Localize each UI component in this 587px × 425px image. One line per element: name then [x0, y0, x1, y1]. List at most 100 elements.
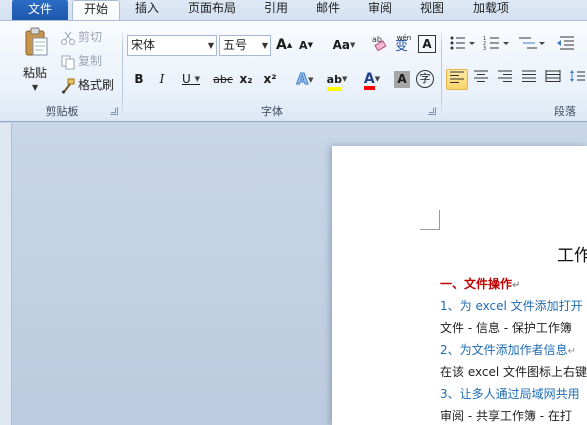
bullet-list-icon [450, 36, 475, 50]
font-launcher-icon[interactable] [428, 107, 436, 115]
clipboard-launcher-icon[interactable] [110, 107, 118, 115]
align-right-button[interactable] [494, 69, 516, 90]
align-left-icon [450, 71, 464, 83]
change-case-icon: Aa [332, 38, 350, 52]
cut-button[interactable]: 剪切 [60, 27, 102, 47]
doc-line: 在该 excel 文件图标上右键 [440, 365, 587, 379]
tab-home[interactable]: 开始 [72, 0, 120, 21]
text-effects-button[interactable]: A▼ [292, 69, 318, 90]
doc-line: 审阅 - 共享工作簿 - 在打 [440, 409, 572, 423]
superscript-button[interactable]: x² [262, 69, 278, 90]
grow-font-icon: A [276, 37, 287, 53]
shrink-font-icon: A [299, 39, 308, 52]
justify-button[interactable] [518, 69, 540, 90]
tab-review[interactable]: 审阅 [358, 0, 402, 20]
font-color-button[interactable]: A▼ [358, 69, 386, 90]
tab-references[interactable]: 引用 [254, 0, 298, 20]
clipboard-group-label: 剪贴板 [45, 105, 79, 118]
copy-icon [61, 55, 75, 69]
align-left-button[interactable] [446, 69, 468, 90]
paste-button[interactable]: 粘贴 ▼ [18, 27, 52, 93]
tab-page-layout[interactable]: 页面布局 [176, 0, 248, 20]
paragraph-group-label: 段落 [554, 105, 576, 118]
justify-icon [522, 70, 536, 82]
superscript-icon: x² [263, 72, 277, 86]
decrease-indent-icon [557, 36, 574, 50]
format-painter-label: 格式刷 [78, 78, 115, 92]
cut-label: 剪切 [78, 30, 103, 44]
doc-line: 文件 - 信息 - 保护工作簿 [440, 321, 572, 335]
change-case-button[interactable]: Aa▼ [330, 35, 358, 56]
paragraph-mark-icon: ↵ [567, 346, 577, 357]
numbering-button[interactable]: 1 2 3 [482, 35, 510, 56]
strikethrough-button[interactable]: abc [212, 69, 234, 90]
tab-insert[interactable]: 插入 [124, 0, 170, 20]
vertical-ruler [0, 123, 12, 425]
font-group-label: 字体 [261, 105, 283, 118]
enclose-characters-icon: 字 [419, 72, 431, 85]
italic-icon: I [159, 72, 165, 86]
font-size-select[interactable]: 五号 ▼ [219, 35, 271, 56]
character-border-icon: A [422, 37, 432, 51]
highlighter-icon: ab [326, 73, 342, 91]
tab-addins[interactable]: 加载项 [462, 0, 520, 20]
distributed-icon [545, 70, 561, 82]
doc-line: 3、让多人通过局域网共用 [440, 387, 580, 401]
bold-button[interactable]: B [131, 69, 147, 90]
subscript-icon: x₂ [239, 72, 253, 86]
paragraph-mark-icon: ↵ [512, 280, 521, 291]
phonetic-guide-button[interactable]: wén 变 [394, 33, 414, 54]
ribbon-tab-bar: 文件 开始 插入 页面布局 引用 邮件 审阅 视图 加载项 [0, 0, 587, 21]
chevron-down-icon: ▼ [261, 41, 268, 50]
distributed-button[interactable] [542, 69, 564, 90]
ribbon: 粘贴 ▼ 剪切 复制 格式刷 剪贴板 宋体 ▼ 五号 ▼ A▲ A▼ Aa▼ a… [0, 20, 587, 122]
chevron-down-icon[interactable]: ▼ [32, 83, 38, 92]
tab-mailings[interactable]: 邮件 [306, 0, 350, 20]
strikethrough-icon: abc [213, 73, 233, 86]
grow-font-button[interactable]: A▲ [276, 35, 292, 56]
copy-label: 复制 [78, 54, 103, 68]
chevron-down-icon: ▼ [207, 41, 214, 50]
doc-line: 1、为 excel 文件添加打开 [440, 299, 583, 313]
font-size-value: 五号 [223, 38, 248, 52]
line-spacing-button[interactable] [568, 69, 586, 90]
italic-button[interactable]: I [155, 69, 169, 90]
line-spacing-icon [570, 70, 585, 82]
multilevel-list-icon [519, 37, 545, 49]
highlight-button[interactable]: ab▼ [322, 69, 352, 91]
character-border-button[interactable]: A [418, 35, 436, 53]
shrink-font-button[interactable]: A▼ [298, 35, 314, 56]
bullets-button[interactable] [448, 35, 476, 56]
paste-label: 粘贴 [22, 66, 47, 80]
doc-line-heading: 一、文件操作↵ [440, 277, 521, 291]
scissors-icon [61, 31, 75, 45]
text-effects-icon: A [296, 70, 309, 89]
subscript-button[interactable]: x₂ [238, 69, 254, 90]
format-painter-button[interactable]: 格式刷 [60, 75, 114, 95]
align-center-button[interactable] [470, 69, 492, 90]
font-family-select[interactable]: 宋体 ▼ [127, 35, 217, 56]
tab-view[interactable]: 视图 [410, 0, 454, 20]
underline-icon: U [181, 72, 191, 86]
tab-file[interactable]: 文件 [12, 0, 68, 20]
document-title: 工作 [557, 246, 587, 266]
multilevel-list-button[interactable] [516, 35, 546, 56]
clear-format-icon: ab [372, 35, 387, 52]
group-divider [122, 27, 123, 117]
enclose-characters-button[interactable]: 字 [416, 70, 434, 88]
font-family-value: 宋体 [131, 38, 156, 52]
character-shading-button[interactable]: A [394, 71, 410, 88]
font-color-icon: A [363, 72, 375, 90]
bold-icon: B [134, 72, 144, 86]
paintbrush-icon [62, 78, 75, 93]
decrease-indent-button[interactable] [555, 35, 577, 56]
clear-format-button[interactable]: ab [370, 33, 390, 54]
svg-text:3: 3 [483, 46, 486, 51]
copy-button[interactable]: 复制 [60, 51, 102, 71]
underline-button[interactable]: U ▼ [178, 69, 204, 90]
group-divider [441, 27, 442, 117]
character-shading-icon: A [397, 72, 407, 86]
numbered-list-icon: 1 2 3 [483, 36, 509, 52]
paste-icon [25, 27, 48, 56]
align-center-icon [474, 70, 488, 82]
